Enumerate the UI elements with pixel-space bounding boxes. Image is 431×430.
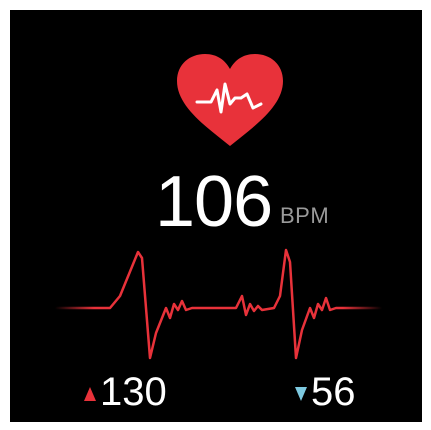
min-heart-rate: 56 bbox=[295, 370, 356, 414]
heart-pulse-icon-svg bbox=[177, 54, 283, 146]
heart-rate-value: 106 bbox=[155, 162, 273, 242]
max-heart-rate: 130 bbox=[84, 370, 167, 414]
arrow-up-icon bbox=[84, 387, 96, 401]
heart-pulse-icon bbox=[175, 54, 285, 150]
heart-rate-screen: 106 BPM 130 56 bbox=[10, 10, 422, 422]
max-heart-rate-value: 130 bbox=[100, 370, 167, 414]
heart-rate-readout: 106 BPM bbox=[10, 162, 422, 242]
ecg-line bbox=[53, 248, 384, 360]
ecg-waveform bbox=[10, 238, 422, 368]
arrow-down-icon bbox=[295, 387, 307, 401]
ecg-waveform-svg bbox=[53, 248, 384, 360]
heart-rate-unit: BPM bbox=[280, 203, 330, 228]
min-heart-rate-value: 56 bbox=[311, 370, 356, 414]
